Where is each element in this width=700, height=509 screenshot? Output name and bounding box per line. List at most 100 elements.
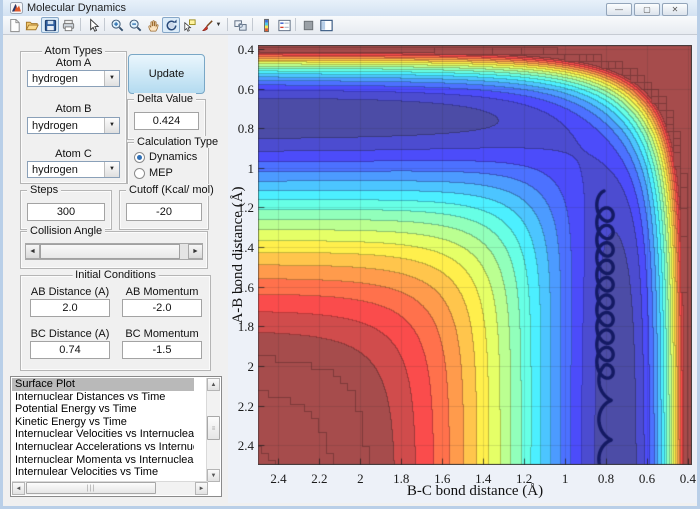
- atom-c-dropdown[interactable]: hydrogen ▼: [27, 161, 120, 178]
- legend-icon: [277, 18, 292, 33]
- slider-left-arrow[interactable]: ◄: [25, 244, 40, 259]
- initial-conditions-title: Initial Conditions: [72, 269, 159, 281]
- maximize-button[interactable]: ▢: [634, 3, 660, 16]
- y-tick-label: 0.8: [228, 121, 254, 137]
- radio-selected-icon: [134, 152, 145, 163]
- insert-legend-button[interactable]: [275, 17, 293, 33]
- close-button[interactable]: ✕: [662, 3, 688, 16]
- insert-colorbar-button[interactable]: [257, 17, 275, 33]
- radio-mep[interactable]: MEP: [134, 167, 204, 179]
- pan-button[interactable]: [144, 17, 162, 33]
- delta-value-title: Delta Value: [134, 93, 196, 105]
- list-item[interactable]: Internuclear Momenta vs Internuclear Dis…: [12, 454, 194, 467]
- chevron-down-icon: ▼: [216, 22, 222, 28]
- show-plot-tools-icon: [319, 18, 334, 33]
- list-item[interactable]: Potential Energy vs Time: [12, 403, 194, 416]
- bc-momentum-field[interactable]: -1.5: [122, 341, 202, 359]
- bc-distance-field[interactable]: 0.74: [30, 341, 110, 359]
- open-file-button[interactable]: [23, 17, 41, 33]
- zoom-in-button[interactable]: [108, 17, 126, 33]
- link-plot-icon: [233, 18, 248, 33]
- print-figure-button[interactable]: [59, 17, 77, 33]
- ab-distance-field[interactable]: 2.0: [30, 299, 110, 317]
- list-item[interactable]: Internuclear Accelerations vs Internucle…: [12, 441, 194, 454]
- y-tick-label: 2.2: [228, 399, 254, 415]
- update-button[interactable]: Update: [128, 54, 205, 94]
- title-bar[interactable]: Molecular Dynamics — ▢ ✕: [3, 0, 697, 16]
- y-tick-label: 0.4: [228, 42, 254, 58]
- steps-field[interactable]: 300: [27, 203, 105, 221]
- radio-dynamics[interactable]: Dynamics: [134, 151, 204, 163]
- minimize-button[interactable]: —: [606, 3, 632, 16]
- matlab-app-icon: [10, 2, 23, 14]
- atom-c-label: Atom C: [20, 148, 127, 160]
- list-item[interactable]: Internuclear Distances vs Time: [12, 391, 194, 404]
- collision-angle-slider[interactable]: ◄ ►: [25, 243, 203, 260]
- ab-momentum-field[interactable]: -2.0: [122, 299, 202, 317]
- bc-distance-label: BC Distance (A): [24, 328, 116, 340]
- figure-area: 2.42.221.81.61.41.210.80.60.4 0.40.60.81…: [228, 35, 697, 503]
- bc-momentum-label: BC Momentum: [116, 328, 208, 340]
- atom-a-dropdown[interactable]: hydrogen ▼: [27, 70, 120, 87]
- vertical-scrollbar[interactable]: ▲ ≡ ▼: [206, 378, 220, 482]
- hide-plot-tools-icon: [301, 18, 316, 33]
- new-document-icon: [7, 18, 22, 33]
- atom-c-value: hydrogen: [32, 164, 78, 176]
- zoom-out-button[interactable]: [126, 17, 144, 33]
- figure-toolbar: ▼: [3, 16, 697, 35]
- data-cursor-icon: [182, 18, 197, 33]
- x-tick-label: 2.4: [270, 471, 286, 487]
- list-item[interactable]: Surface Plot: [12, 378, 194, 391]
- show-plot-tools-button[interactable]: [317, 17, 335, 33]
- delta-value-field[interactable]: 0.424: [134, 112, 199, 130]
- rotate-3d-icon: [164, 18, 179, 33]
- printer-icon: [61, 18, 76, 33]
- cutoff-field[interactable]: -20: [126, 203, 202, 221]
- scroll-down-arrow[interactable]: ▼: [207, 469, 220, 482]
- open-folder-icon: [25, 18, 40, 33]
- brush-dropdown-button[interactable]: ▼: [214, 17, 223, 33]
- dropdown-arrow-icon: ▼: [104, 118, 119, 133]
- list-item[interactable]: Kinetic Energy vs Time: [12, 416, 194, 429]
- radio-dynamics-label: Dynamics: [149, 151, 197, 163]
- link-plot-button[interactable]: [231, 17, 249, 33]
- list-item[interactable]: Internuclear Velocities vs Internuclear …: [12, 428, 194, 441]
- pes-contour-plot[interactable]: [258, 45, 692, 465]
- y-tick-label: 2.4: [228, 438, 254, 454]
- scroll-up-arrow[interactable]: ▲: [207, 378, 220, 391]
- cutoff-title: Cutoff (Kcal/ mol): [126, 184, 217, 196]
- atom-a-value: hydrogen: [32, 73, 78, 85]
- atom-a-label: Atom A: [20, 57, 127, 69]
- window-title: Molecular Dynamics: [27, 2, 126, 14]
- slider-right-arrow[interactable]: ►: [188, 244, 203, 259]
- horizontal-scroll-thumb[interactable]: |||: [26, 482, 156, 494]
- horizontal-scrollbar[interactable]: ◄ ||| ►: [12, 481, 208, 495]
- atom-b-dropdown[interactable]: hydrogen ▼: [27, 117, 120, 134]
- calculation-type-panel: Calculation Type: [127, 142, 209, 186]
- new-figure-button[interactable]: [5, 17, 23, 33]
- collision-angle-title: Collision Angle: [27, 225, 105, 237]
- calculation-type-title: Calculation Type: [134, 136, 221, 148]
- scroll-left-arrow[interactable]: ◄: [12, 482, 25, 495]
- save-figure-button[interactable]: [41, 17, 59, 33]
- y-axis-label: A-B bond distance (Å): [230, 165, 246, 345]
- hide-plot-tools-button[interactable]: [299, 17, 317, 33]
- x-tick-label: 0.4: [680, 471, 696, 487]
- radio-unselected-icon: [134, 168, 145, 179]
- vertical-scroll-thumb[interactable]: ≡: [207, 416, 220, 440]
- atom-b-label: Atom B: [20, 103, 127, 115]
- ab-momentum-label: AB Momentum: [116, 286, 208, 298]
- rotate-3d-button[interactable]: [162, 17, 180, 33]
- x-axis-label: B-C bond distance (Å): [325, 483, 625, 500]
- slider-thumb[interactable]: [40, 244, 180, 259]
- hand-pan-icon: [146, 18, 161, 33]
- list-item[interactable]: Internulear Velocities vs Time: [12, 466, 194, 479]
- zoom-in-icon: [110, 18, 125, 33]
- data-cursor-button[interactable]: [180, 17, 198, 33]
- plot-type-listbox[interactable]: Surface PlotInternuclear Distances vs Ti…: [10, 376, 222, 497]
- edit-plot-button[interactable]: [84, 17, 102, 33]
- scroll-right-arrow[interactable]: ►: [195, 482, 208, 495]
- atom-types-title: Atom Types: [42, 45, 106, 57]
- ab-distance-label: AB Distance (A): [24, 286, 116, 298]
- arrow-cursor-icon: [86, 18, 101, 33]
